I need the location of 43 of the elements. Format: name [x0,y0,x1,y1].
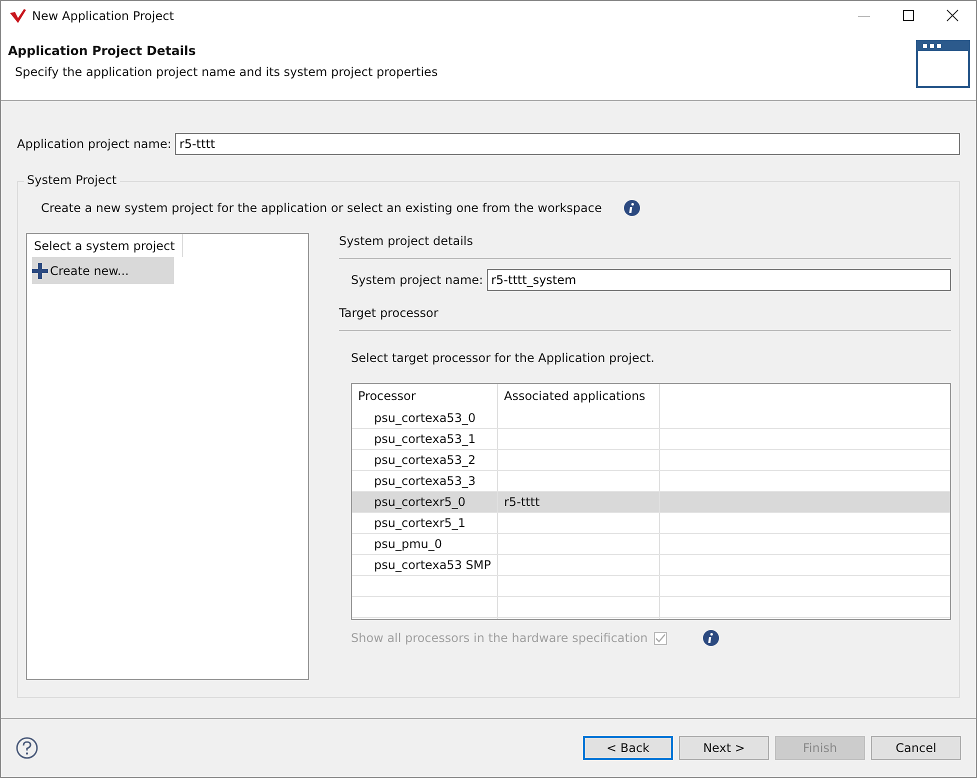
section-heading: System project details [339,233,951,259]
page-title: Application Project Details [8,43,197,58]
table-row[interactable]: psu_cortexa53 SMP [352,555,950,576]
table-row[interactable]: psu_cortexa53_2 [352,450,950,471]
list-item[interactable]: Create new... [32,257,174,284]
field-label: Application project name: [17,137,172,151]
table-cell: psu_cortexa53_0 [374,411,476,425]
input-field[interactable]: r5-tttt_system [487,269,951,291]
maximize-icon [902,9,916,23]
table-cell: psu_cortexa53_2 [374,453,476,467]
section-heading: Target processor [339,305,951,331]
table-row[interactable]: psu_cortexr5_0 r5-tttt [352,492,950,513]
table-cell: psu_cortexa53_3 [374,474,476,488]
table-cell: psu_pmu_0 [374,537,442,551]
window-title: New Application Project [32,9,174,23]
group-title: System Project [24,173,120,187]
checkbox-label: Show all processors in the hardware specification [351,631,648,645]
field-label: System project name: [351,273,484,287]
table-row[interactable]: psu_cortexa53_0 [352,408,950,429]
table-cell: psu_cortexr5_1 [374,516,466,530]
dialog-button[interactable]: Next > [679,736,769,760]
app-logo-icon [10,9,26,23]
dialog-button[interactable]: Cancel [871,736,961,760]
instruction-text: Select target processor for the Application project. [351,351,656,365]
table-row[interactable]: psu_pmu_0 [352,534,950,555]
help-icon [16,737,38,759]
info-icon [624,200,640,216]
description-text: Create a new system project for the application or select an existing one from the workspace [41,201,602,215]
page-subtitle: Specify the application project name and its system project properties [15,65,438,79]
table-row[interactable]: psu_cortexa53_1 [352,429,950,450]
table-cell: psu_cortexa53 SMP [374,558,491,572]
window-banner-icon [916,40,970,88]
column-header: Associated applications [498,384,660,408]
info-icon [702,630,719,646]
table-cell: r5-tttt [504,495,540,509]
table-cell: psu_cortexa53_1 [374,432,476,446]
close-icon [946,9,960,23]
column-header: Processor [352,384,498,408]
table-cell: psu_cortexr5_0 [374,495,466,509]
table-row[interactable]: psu_cortexr5_1 [352,513,950,534]
plus-icon [32,262,48,278]
dialog-button[interactable]: < Back [583,736,673,760]
input-field[interactable]: r5-tttt [175,133,960,155]
